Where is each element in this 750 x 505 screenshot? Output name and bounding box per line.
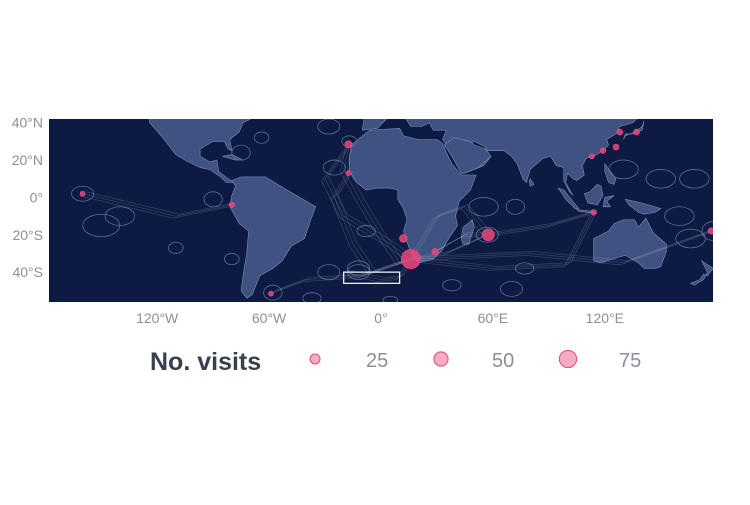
legend-key-circle bbox=[433, 351, 449, 367]
lat-tick-label: 0° bbox=[30, 189, 43, 205]
visit-point bbox=[612, 143, 620, 151]
lon-tick-label: 120°W bbox=[136, 310, 179, 326]
visit-point bbox=[481, 228, 495, 242]
map-figure: 120°W 60°W 0° 60°E 120°E 40°N 20°N 0° 20°S 40°S … bbox=[0, 0, 750, 500]
visit-point bbox=[616, 128, 624, 136]
lon-tick-label: 60°W bbox=[252, 310, 287, 326]
legend-title: No. visits bbox=[150, 348, 261, 376]
lon-tick-label: 60°E bbox=[478, 310, 509, 326]
legend-key-circle bbox=[558, 349, 578, 369]
latitude-axis: 40°N 20°N 0° 20°S 40°S bbox=[12, 115, 43, 280]
visit-point bbox=[588, 153, 595, 160]
legend-value-label: 75 bbox=[619, 350, 641, 372]
visit-point bbox=[633, 128, 640, 136]
visit-point bbox=[344, 140, 353, 149]
lon-tick-label: 0° bbox=[374, 310, 387, 326]
lat-tick-label: 40°S bbox=[12, 264, 43, 280]
legend: No. visits 25 50 75 bbox=[150, 348, 641, 376]
lat-tick-label: 20°N bbox=[12, 152, 43, 168]
map-svg: 120°W 60°W 0° 60°E 120°E 40°N20°N0°20°S40°S … bbox=[12, 52, 713, 376]
lat-tick-label: 20°S bbox=[12, 227, 43, 243]
legend-value-label: 25 bbox=[366, 350, 388, 372]
visit-point bbox=[268, 290, 274, 297]
lon-tick-label: 120°E bbox=[586, 310, 624, 326]
legend-key-circle bbox=[309, 353, 321, 365]
visit-point bbox=[399, 234, 408, 243]
visit-point bbox=[400, 249, 421, 269]
legend-value-label: 50 bbox=[492, 350, 514, 372]
visit-point bbox=[431, 248, 439, 256]
visit-point bbox=[345, 170, 352, 177]
visit-point bbox=[228, 201, 235, 208]
lat-tick-label: 40°N bbox=[12, 115, 43, 131]
landmass-greenland bbox=[269, 52, 344, 86]
visit-point bbox=[590, 209, 597, 216]
landmass-uk bbox=[370, 89, 383, 104]
visit-point bbox=[79, 190, 86, 197]
longitude-axis: 120°W 60°W 0° 60°E 120°E bbox=[136, 310, 624, 326]
visit-point bbox=[707, 227, 713, 235]
visit-point bbox=[599, 147, 607, 154]
